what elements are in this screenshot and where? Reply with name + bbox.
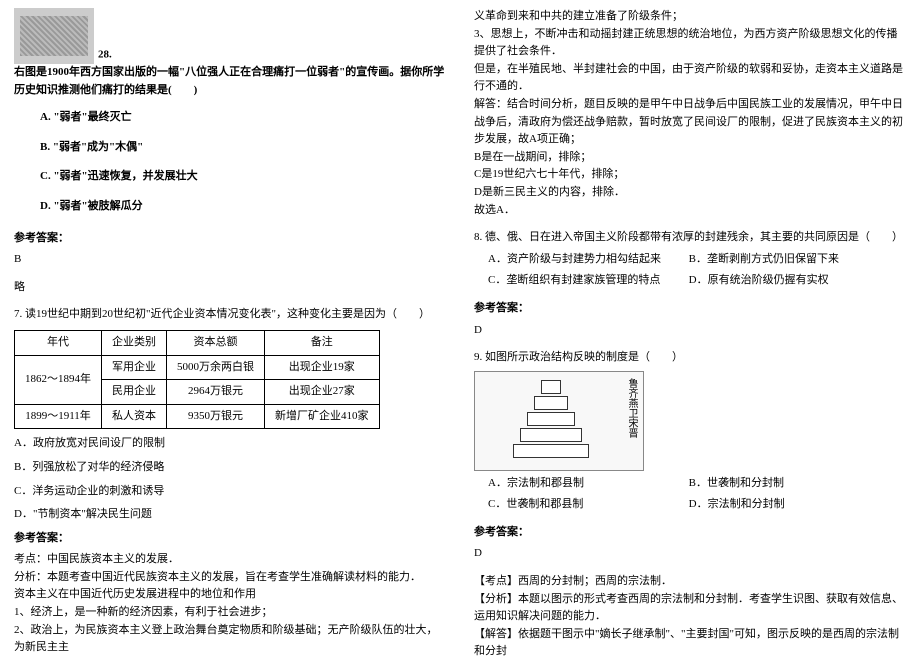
q8-ref-label: 参考答案： (474, 300, 906, 318)
q6-answer: B (14, 251, 446, 269)
q9-stem: 9. 如图所示政治结构反映的制度是（ ） (474, 349, 906, 367)
table-header-row: 年代 企业类别 资本总额 备注 (15, 330, 380, 355)
q8-stem: 8. 德、俄、日在进入帝国主义阶段都带有浓厚的封建残余，其主要的共同原因是（ ） (474, 229, 906, 247)
q9-option-c: C．世袭制和郡县制 (488, 496, 689, 514)
left-column: 28. 右图是1900年西方国家出版的一幅"八位强人正在合理痛打一位弱者"的宣传… (0, 0, 460, 651)
q6-options: A. "弱者"最终灭亡 B. "弱者"成为"木偶" C. "弱者"迅速恢复，并发… (40, 109, 446, 215)
q7-analysis-cont: 义革命到来和中共的建立准备了阶级条件； 3、思想上，不断冲击和动摇封建正统思想的… (474, 8, 906, 219)
q8-block: 8. 德、俄、日在进入帝国主义阶段都带有浓厚的封建残余，其主要的共同原因是（ ）… (474, 229, 906, 339)
q7-options: A．政府放宽对民间设厂的限制 B．列强放松了对华的经济侵略 C．洋务运动企业的刺… (14, 435, 446, 523)
q7-option-d: D．"节制资本"解决民生问题 (14, 506, 446, 524)
pyramid-icon (511, 380, 591, 462)
q6-stem: 右图是1900年西方国家出版的一幅"八位强人正在合理痛打一位弱者"的宣传画。据你… (14, 64, 446, 99)
q6-note: 略 (14, 279, 446, 297)
q7-stem: 7. 读19世纪中期到20世纪初"近代企业资本情况变化表"，这种变化主要是因为（… (14, 306, 446, 324)
cartoon-image (14, 8, 94, 64)
q7-option-a: A．政府放宽对民间设厂的限制 (14, 435, 446, 453)
q9-option-d: D．宗法制和分封制 (689, 496, 890, 514)
table-row: 1862～1894年 军用企业 5000万余两白银 出现企业19家 (15, 355, 380, 380)
q9-block: 9. 如图所示政治结构反映的制度是（ ） 鲁齐燕卫宋晋 A．宗法制和郡县制 B．… (474, 349, 906, 661)
q6-option-c: C. "弱者"迅速恢复，并发展壮大 (40, 168, 446, 186)
q9-diagram: 鲁齐燕卫宋晋 (474, 371, 644, 471)
q6-number: 28. (98, 48, 112, 60)
th-type: 企业类别 (102, 330, 167, 355)
q7-table: 年代 企业类别 资本总额 备注 1862～1894年 军用企业 5000万余两白… (14, 330, 380, 429)
q6-option-d: D. "弱者"被肢解瓜分 (40, 198, 446, 216)
q8-option-b: B．垄断剥削方式仍旧保留下来 (689, 251, 890, 269)
q8-option-d: D．原有统治阶级仍握有实权 (689, 272, 890, 290)
q7-ref-label: 参考答案： (14, 530, 446, 548)
table-row: 1899～1911年 私人资本 9350万银元 新增厂矿企业410家 (15, 404, 380, 429)
diagram-right-label: 鲁齐燕卫宋晋 (623, 378, 639, 438)
q9-analysis: 【分析】本题以图示的形式考查西周的宗法制和分封制．考查学生识图、获取有效信息、运… (474, 591, 906, 626)
q7-analysis: 考点：中国民族资本主义的发展． 分析：本题考查中国近代民族资本主义的发展，旨在考… (14, 551, 446, 657)
q6-ref-label: 参考答案： (14, 230, 446, 248)
q9-options: A．宗法制和郡县制 B．世袭制和分封制 C．世袭制和郡县制 D．宗法制和分封制 (488, 475, 906, 518)
q6-block: 28. 右图是1900年西方国家出版的一幅"八位强人正在合理痛打一位弱者"的宣传… (14, 8, 446, 296)
q7-option-b: B．列强放松了对华的经济侵略 (14, 459, 446, 477)
q7-option-c: C．洋务运动企业的刺激和诱导 (14, 483, 446, 501)
q9-option-b: B．世袭制和分封制 (689, 475, 890, 493)
q9-solve: 【解答】依据题干图示中"嫡长子继承制"、"主要封国"可知，图示反映的是西周的宗法… (474, 626, 906, 661)
q9-ref-label: 参考答案： (474, 524, 906, 542)
th-year: 年代 (15, 330, 102, 355)
th-capital: 资本总额 (167, 330, 265, 355)
q9-point: 【考点】西周的分封制；西周的宗法制． (474, 573, 906, 591)
q8-option-a: A．资产阶级与封建势力相勾结起来 (488, 251, 689, 269)
q8-answer: D (474, 322, 906, 340)
q8-option-c: C．垄断组织有封建家族管理的特点 (488, 272, 689, 290)
q9-answer: D (474, 545, 906, 563)
q7-block: 7. 读19世纪中期到20世纪初"近代企业资本情况变化表"，这种变化主要是因为（… (14, 306, 446, 657)
q6-option-a: A. "弱者"最终灭亡 (40, 109, 446, 127)
q6-option-b: B. "弱者"成为"木偶" (40, 139, 446, 157)
right-column: 义革命到来和中共的建立准备了阶级条件； 3、思想上，不断冲击和动摇封建正统思想的… (460, 0, 920, 651)
q8-options: A．资产阶级与封建势力相勾结起来 B．垄断剥削方式仍旧保留下来 C．垄断组织有封… (488, 251, 906, 294)
q9-option-a: A．宗法制和郡县制 (488, 475, 689, 493)
th-note: 备注 (265, 330, 380, 355)
